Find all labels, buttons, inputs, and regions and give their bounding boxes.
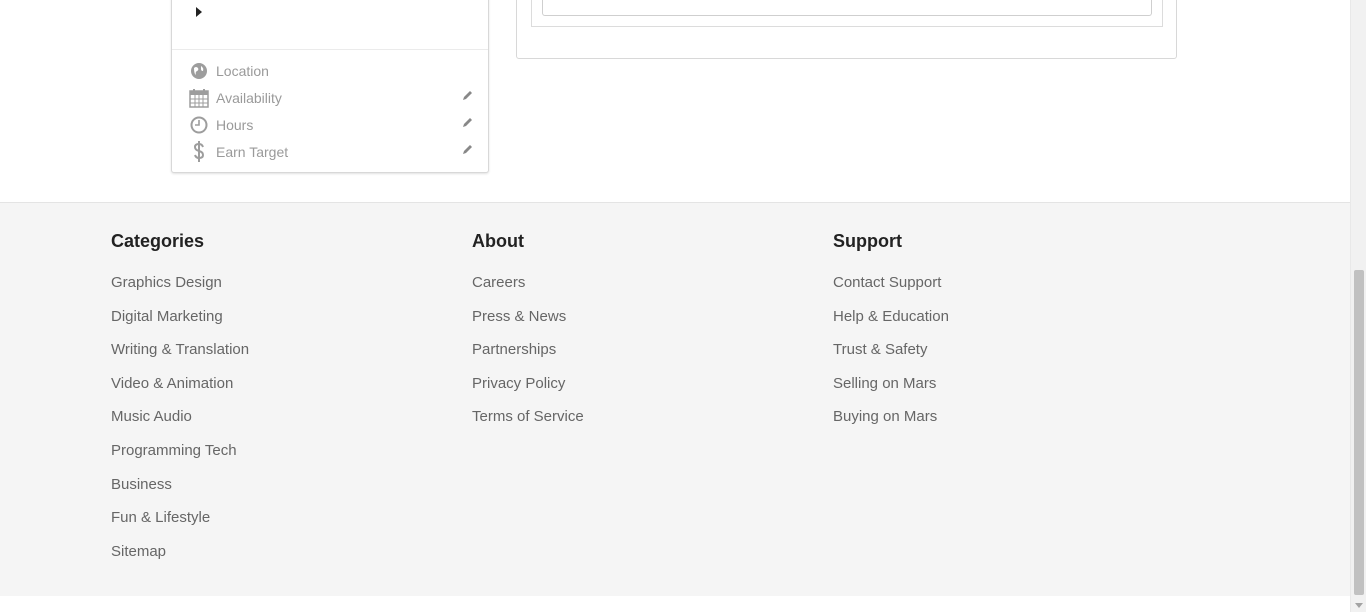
edit-earn-target-icon[interactable] <box>460 142 474 156</box>
footer-link[interactable]: Business <box>111 475 249 509</box>
content-panel <box>516 0 1177 59</box>
clock-icon <box>188 114 210 136</box>
footer-link[interactable]: Graphics Design <box>111 273 249 307</box>
footer-link[interactable]: Video & Animation <box>111 374 249 408</box>
footer-link[interactable]: Contact Support <box>833 273 949 307</box>
about-list: Careers Press & News Partnerships Privac… <box>472 273 584 441</box>
footer-support: Support Contact Support Help & Education… <box>833 231 949 441</box>
footer-link[interactable]: Help & Education <box>833 307 949 341</box>
profile-card: Location Availability Hours Earn Target <box>171 0 489 173</box>
dollar-icon <box>188 141 210 163</box>
footer: Categories Graphics Design Digital Marke… <box>0 202 1350 596</box>
footer-link[interactable]: Selling on Mars <box>833 374 949 408</box>
footer-about: About Careers Press & News Partnerships … <box>472 231 584 441</box>
location-row: Location <box>188 59 474 83</box>
inner-panel <box>531 0 1163 27</box>
footer-link[interactable]: Programming Tech <box>111 441 249 475</box>
edit-hours-icon[interactable] <box>460 115 474 129</box>
earn-target-label: Earn Target <box>216 144 289 160</box>
footer-link[interactable]: Privacy Policy <box>472 374 584 408</box>
footer-link[interactable]: Partnerships <box>472 340 584 374</box>
bottom-strip <box>0 596 1350 612</box>
text-field[interactable] <box>542 0 1152 16</box>
support-list: Contact Support Help & Education Trust &… <box>833 273 949 441</box>
support-heading: Support <box>833 231 902 251</box>
play-icon[interactable] <box>196 7 202 17</box>
footer-link[interactable]: Fun & Lifestyle <box>111 508 249 542</box>
card-divider <box>172 49 488 50</box>
about-heading: About <box>472 231 524 251</box>
footer-categories: Categories Graphics Design Digital Marke… <box>111 231 249 575</box>
footer-link[interactable]: Buying on Mars <box>833 407 949 441</box>
calendar-icon <box>188 87 210 109</box>
footer-link[interactable]: Trust & Safety <box>833 340 949 374</box>
location-label: Location <box>216 63 269 79</box>
footer-link[interactable]: Press & News <box>472 307 584 341</box>
scrollbar-thumb[interactable] <box>1354 270 1364 595</box>
earn-target-row: Earn Target <box>188 140 474 164</box>
scroll-down-icon[interactable] <box>1355 603 1363 608</box>
footer-link[interactable]: Terms of Service <box>472 407 584 441</box>
footer-link[interactable]: Music Audio <box>111 407 249 441</box>
hours-label: Hours <box>216 117 254 133</box>
footer-link[interactable]: Sitemap <box>111 542 249 576</box>
availability-label: Availability <box>216 90 282 106</box>
categories-heading: Categories <box>111 231 205 251</box>
availability-row: Availability <box>188 86 474 110</box>
footer-link[interactable]: Careers <box>472 273 584 307</box>
edit-availability-icon[interactable] <box>460 88 474 102</box>
vertical-scrollbar[interactable] <box>1350 0 1366 612</box>
categories-list: Graphics Design Digital Marketing Writin… <box>111 273 249 575</box>
hours-row: Hours <box>188 113 474 137</box>
footer-link[interactable]: Writing & Translation <box>111 340 249 374</box>
globe-icon <box>188 60 210 82</box>
footer-link[interactable]: Digital Marketing <box>111 307 249 341</box>
